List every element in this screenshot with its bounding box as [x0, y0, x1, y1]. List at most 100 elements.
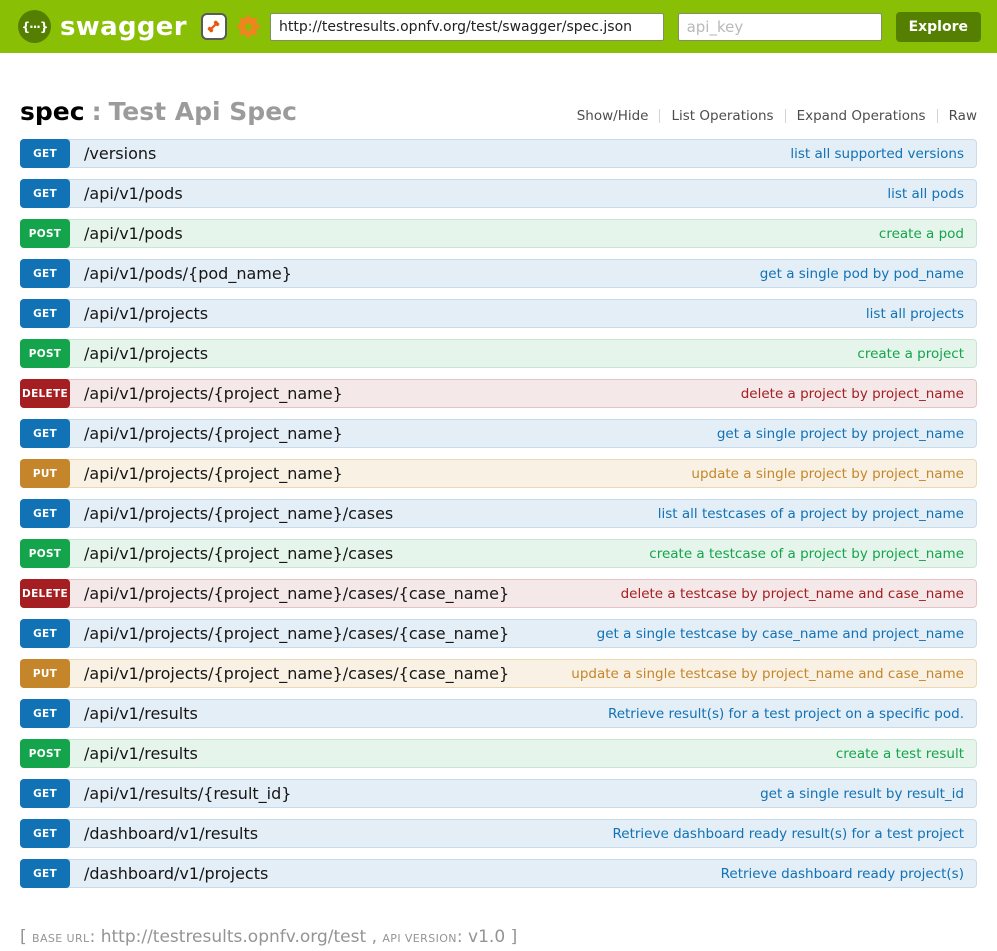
- endpoint-row: GET /api/v1/results/{result_id} get a si…: [20, 779, 977, 808]
- endpoint-path[interactable]: /api/v1/projects/{project_name}/cases: [84, 544, 393, 563]
- method-badge[interactable]: POST: [20, 739, 70, 768]
- endpoint-row: GET /api/v1/projects/{project_name}/case…: [20, 499, 977, 528]
- main-content: spec : Test Api Spec Show/Hide List Oper…: [0, 97, 997, 888]
- endpoint-summary[interactable]: get a single result by result_id: [760, 786, 976, 802]
- endpoint-path[interactable]: /api/v1/projects/{project_name}/cases/{c…: [84, 664, 509, 683]
- operations-toolbar: Show/Hide List Operations Expand Operati…: [566, 108, 977, 124]
- method-badge[interactable]: POST: [20, 339, 70, 368]
- method-badge[interactable]: PUT: [20, 659, 70, 688]
- endpoint-path[interactable]: /api/v1/projects/{project_name}/cases: [84, 504, 393, 523]
- endpoint-summary[interactable]: delete a testcase by project_name and ca…: [621, 586, 976, 602]
- endpoint-summary[interactable]: Retrieve dashboard ready result(s) for a…: [613, 826, 977, 842]
- endpoint-path[interactable]: /versions: [84, 144, 156, 163]
- method-badge[interactable]: GET: [20, 179, 70, 208]
- endpoint-summary[interactable]: get a single project by project_name: [717, 426, 976, 442]
- endpoint-summary[interactable]: list all supported versions: [790, 146, 976, 162]
- endpoint-path[interactable]: /api/v1/pods: [84, 224, 183, 243]
- endpoint-summary[interactable]: get a single testcase by case_name and p…: [597, 626, 976, 642]
- api-version-label: API VERSION: [382, 932, 457, 945]
- endpoint-path[interactable]: /api/v1/projects: [84, 304, 208, 323]
- method-badge[interactable]: GET: [20, 299, 70, 328]
- spec-url-input[interactable]: [270, 13, 664, 41]
- endpoint-summary[interactable]: get a single pod by pod_name: [760, 266, 976, 282]
- raw-link[interactable]: Raw: [938, 108, 977, 124]
- endpoint-row: GET /dashboard/v1/results Retrieve dashb…: [20, 819, 977, 848]
- method-badge[interactable]: GET: [20, 259, 70, 288]
- endpoint-summary[interactable]: create a pod: [879, 226, 976, 242]
- endpoint-summary[interactable]: Retrieve dashboard ready project(s): [721, 866, 976, 882]
- gear-icon: [235, 13, 262, 40]
- method-badge[interactable]: PUT: [20, 459, 70, 488]
- endpoint-path[interactable]: /api/v1/projects/{project_name}/cases/{c…: [84, 624, 509, 643]
- base-url-value: http://testresults.opnfv.org/test: [101, 927, 366, 947]
- endpoint-row: GET /api/v1/projects/{project_name} get …: [20, 419, 977, 448]
- method-badge[interactable]: GET: [20, 699, 70, 728]
- title-separator: :: [92, 97, 102, 126]
- endpoint-path[interactable]: /api/v1/results/{result_id}: [84, 784, 291, 803]
- method-badge[interactable]: GET: [20, 419, 70, 448]
- endpoint-path[interactable]: /api/v1/projects/{project_name}: [84, 464, 343, 483]
- explore-button[interactable]: Explore: [896, 12, 981, 42]
- base-url-label: BASE URL: [32, 932, 90, 945]
- footer-comma: ,: [372, 927, 377, 947]
- endpoint-summary[interactable]: create a project: [857, 346, 976, 362]
- method-badge[interactable]: GET: [20, 859, 70, 888]
- endpoint-row: DELETE /api/v1/projects/{project_name}/c…: [20, 579, 977, 608]
- endpoint-row: GET /api/v1/projects/{project_name}/case…: [20, 619, 977, 648]
- footer-close-bracket: ]: [511, 927, 518, 947]
- base-url-footer: [ BASE URL: http://testresults.opnfv.org…: [20, 927, 977, 947]
- endpoint-summary[interactable]: update a single testcase by project_name…: [571, 666, 976, 682]
- method-badge[interactable]: DELETE: [20, 379, 70, 408]
- footer-open-bracket: [: [20, 927, 27, 947]
- endpoint-summary[interactable]: Retrieve result(s) for a test project on…: [608, 706, 976, 722]
- endpoint-row: GET /api/v1/pods/{pod_name} get a single…: [20, 259, 977, 288]
- endpoint-path[interactable]: /api/v1/pods/{pod_name}: [84, 264, 292, 283]
- brand-title: swagger: [60, 12, 187, 42]
- gear-heart-button[interactable]: [235, 13, 262, 41]
- endpoint-path[interactable]: /api/v1/projects/{project_name}/cases/{c…: [84, 584, 509, 603]
- swagger-logo[interactable]: {···} swagger: [18, 10, 187, 43]
- method-badge[interactable]: GET: [20, 499, 70, 528]
- method-badge[interactable]: GET: [20, 779, 70, 808]
- api-version-value: v1.0: [468, 927, 505, 947]
- endpoint-summary[interactable]: list all projects: [866, 306, 976, 322]
- endpoint-row: GET /versions list all supported version…: [20, 139, 977, 168]
- list-operations-link[interactable]: List Operations: [660, 108, 784, 124]
- endpoint-path[interactable]: /api/v1/projects/{project_name}: [84, 384, 343, 403]
- endpoint-summary[interactable]: list all pods: [887, 186, 976, 202]
- endpoint-path[interactable]: /api/v1/results: [84, 704, 198, 723]
- endpoint-summary[interactable]: delete a project by project_name: [741, 386, 976, 402]
- show-hide-link[interactable]: Show/Hide: [566, 108, 660, 124]
- endpoint-row: GET /dashboard/v1/projects Retrieve dash…: [20, 859, 977, 888]
- api-key-input[interactable]: [678, 13, 882, 41]
- endpoint-row: POST /api/v1/pods create a pod: [20, 219, 977, 248]
- bone-tool-button[interactable]: [201, 13, 227, 40]
- page-title: spec : Test Api Spec: [20, 97, 297, 126]
- endpoint-path[interactable]: /api/v1/projects/{project_name}: [84, 424, 343, 443]
- method-badge[interactable]: GET: [20, 819, 70, 848]
- method-badge[interactable]: POST: [20, 539, 70, 568]
- endpoint-summary[interactable]: create a testcase of a project by projec…: [649, 546, 976, 562]
- footer-colon: :: [90, 927, 96, 947]
- endpoint-summary[interactable]: create a test result: [836, 746, 976, 762]
- footer-colon: :: [457, 927, 463, 947]
- endpoint-summary[interactable]: update a single project by project_name: [691, 466, 976, 482]
- method-badge[interactable]: GET: [20, 139, 70, 168]
- endpoint-row: POST /api/v1/projects create a project: [20, 339, 977, 368]
- method-badge[interactable]: DELETE: [20, 579, 70, 608]
- endpoint-row: PUT /api/v1/projects/{project_name} upda…: [20, 459, 977, 488]
- endpoint-path[interactable]: /dashboard/v1/projects: [84, 864, 268, 883]
- swagger-logo-icon: {···}: [18, 10, 51, 43]
- api-description: Test Api Spec: [109, 97, 297, 126]
- expand-operations-link[interactable]: Expand Operations: [786, 108, 937, 124]
- endpoint-row: GET /api/v1/results Retrieve result(s) f…: [20, 699, 977, 728]
- method-badge[interactable]: POST: [20, 219, 70, 248]
- method-badge[interactable]: GET: [20, 619, 70, 648]
- endpoint-path[interactable]: /api/v1/pods: [84, 184, 183, 203]
- endpoint-path[interactable]: /dashboard/v1/results: [84, 824, 258, 843]
- endpoint-path[interactable]: /api/v1/projects: [84, 344, 208, 363]
- endpoint-row: GET /api/v1/projects list all projects: [20, 299, 977, 328]
- endpoint-summary[interactable]: list all testcases of a project by proje…: [658, 506, 976, 522]
- top-header-bar: {···} swagger Explore: [0, 0, 997, 53]
- endpoint-path[interactable]: /api/v1/results: [84, 744, 198, 763]
